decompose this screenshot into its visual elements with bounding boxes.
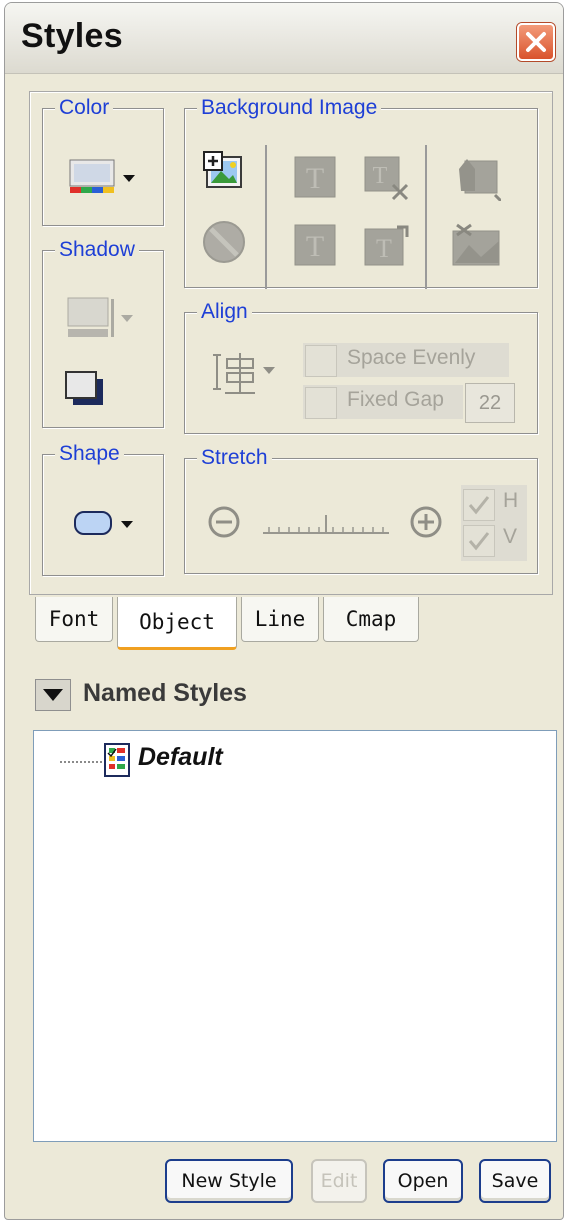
shadow-toggle-button[interactable] xyxy=(63,369,107,414)
style-tabs: Font Object Line Cmap xyxy=(35,597,535,650)
plus-circle-icon xyxy=(410,506,442,538)
image-remove-button[interactable] xyxy=(451,221,501,274)
image-crop-icon: T xyxy=(364,156,409,201)
stretch-increase-button[interactable] xyxy=(409,505,443,544)
image-fit-button[interactable]: T xyxy=(363,223,411,276)
stretch-v-checkbox[interactable] xyxy=(463,525,495,557)
image-move-button[interactable] xyxy=(455,155,503,206)
chevron-down-icon xyxy=(121,521,133,528)
stretch-decrease-button[interactable] xyxy=(207,505,241,544)
svg-text:T: T xyxy=(373,163,388,189)
title-bar[interactable]: Styles xyxy=(5,3,563,74)
shape-group: Shape xyxy=(42,441,164,576)
add-image-button[interactable] xyxy=(203,151,245,198)
space-evenly-label: Space Evenly xyxy=(347,346,476,369)
chevron-down-icon xyxy=(123,175,135,182)
save-button[interactable]: Save xyxy=(479,1159,551,1203)
rounded-rect-icon xyxy=(74,511,133,535)
background-image-group: Background Image T T T T xyxy=(184,95,538,289)
named-styles-tree[interactable]: Default xyxy=(33,730,557,1142)
fixed-gap-label: Fixed Gap xyxy=(347,388,444,411)
add-image-icon xyxy=(203,151,242,188)
slider-ticks-icon xyxy=(263,515,389,534)
styles-window: Styles Color Shadow Shape Background Ima… xyxy=(4,2,564,1220)
fixed-gap-input[interactable]: 22 xyxy=(465,383,515,423)
image-stretch-icon: T xyxy=(294,224,336,266)
no-image-button[interactable] xyxy=(201,219,247,270)
close-button[interactable] xyxy=(517,23,555,61)
drop-shadow-icon xyxy=(65,371,103,405)
close-icon xyxy=(526,32,546,52)
image-crop-button[interactable]: T xyxy=(363,155,411,208)
space-evenly-checkbox[interactable] xyxy=(305,345,337,377)
checkmark-icon xyxy=(468,496,490,515)
tab-line[interactable]: Line xyxy=(241,597,319,642)
shape-legend: Shape xyxy=(55,441,124,467)
background-image-legend: Background Image xyxy=(197,95,382,121)
fixed-gap-checkbox[interactable] xyxy=(305,387,337,419)
no-image-icon xyxy=(203,221,245,263)
shadow-legend: Shadow xyxy=(55,237,139,263)
tree-connector xyxy=(60,761,106,763)
object-settings-panel: Color Shadow Shape Background Image T T … xyxy=(29,91,553,595)
divider xyxy=(265,145,267,289)
color-group: Color xyxy=(42,95,164,226)
stretch-v-label: V xyxy=(503,525,518,548)
minus-circle-icon xyxy=(208,506,240,538)
image-stretch-button[interactable]: T xyxy=(293,223,337,272)
new-style-button[interactable]: New Style xyxy=(165,1159,293,1203)
tab-font[interactable]: Font xyxy=(35,597,113,642)
color-picker-button[interactable] xyxy=(69,159,139,204)
svg-text:T: T xyxy=(306,162,324,195)
image-tile-button[interactable]: T xyxy=(293,155,337,204)
chevron-down-icon xyxy=(263,367,275,374)
stretch-h-checkbox[interactable] xyxy=(463,489,495,521)
stretch-h-label: H xyxy=(503,489,519,512)
tab-cmap[interactable]: Cmap xyxy=(323,597,419,642)
shadow-swatch-icon xyxy=(67,297,133,337)
color-legend: Color xyxy=(55,95,114,121)
shadow-group: Shadow xyxy=(42,237,164,428)
style-sheet-icon xyxy=(104,743,134,784)
hand-move-icon xyxy=(459,159,503,203)
shape-picker-button[interactable] xyxy=(73,509,143,544)
color-swatch-icon xyxy=(69,159,135,193)
align-legend: Align xyxy=(197,299,252,325)
chevron-down-icon xyxy=(121,315,133,322)
style-item-default[interactable]: Default xyxy=(138,743,223,772)
edit-button[interactable]: Edit xyxy=(311,1159,367,1203)
stretch-slider[interactable] xyxy=(261,513,391,542)
svg-text:T: T xyxy=(376,234,392,263)
named-styles-title: Named Styles xyxy=(83,679,247,707)
image-fit-icon: T xyxy=(364,225,409,266)
stretch-group: Stretch H V xyxy=(184,445,538,574)
align-mode-button[interactable] xyxy=(211,349,283,402)
align-group: Align Space Evenly Fixed Gap 22 xyxy=(184,299,538,434)
image-tile-icon: T xyxy=(294,156,336,198)
svg-text:T: T xyxy=(306,230,324,263)
shadow-color-button[interactable] xyxy=(67,297,139,346)
stretch-legend: Stretch xyxy=(197,445,272,471)
tab-object[interactable]: Object xyxy=(117,597,237,650)
window-title: Styles xyxy=(21,17,123,55)
align-distribute-icon xyxy=(213,353,275,394)
triangle-down-icon xyxy=(43,689,63,701)
image-cut-icon xyxy=(452,223,500,266)
named-styles-toggle[interactable] xyxy=(35,679,71,711)
divider xyxy=(425,145,427,289)
open-button[interactable]: Open xyxy=(383,1159,463,1203)
checkmark-icon xyxy=(468,532,490,551)
